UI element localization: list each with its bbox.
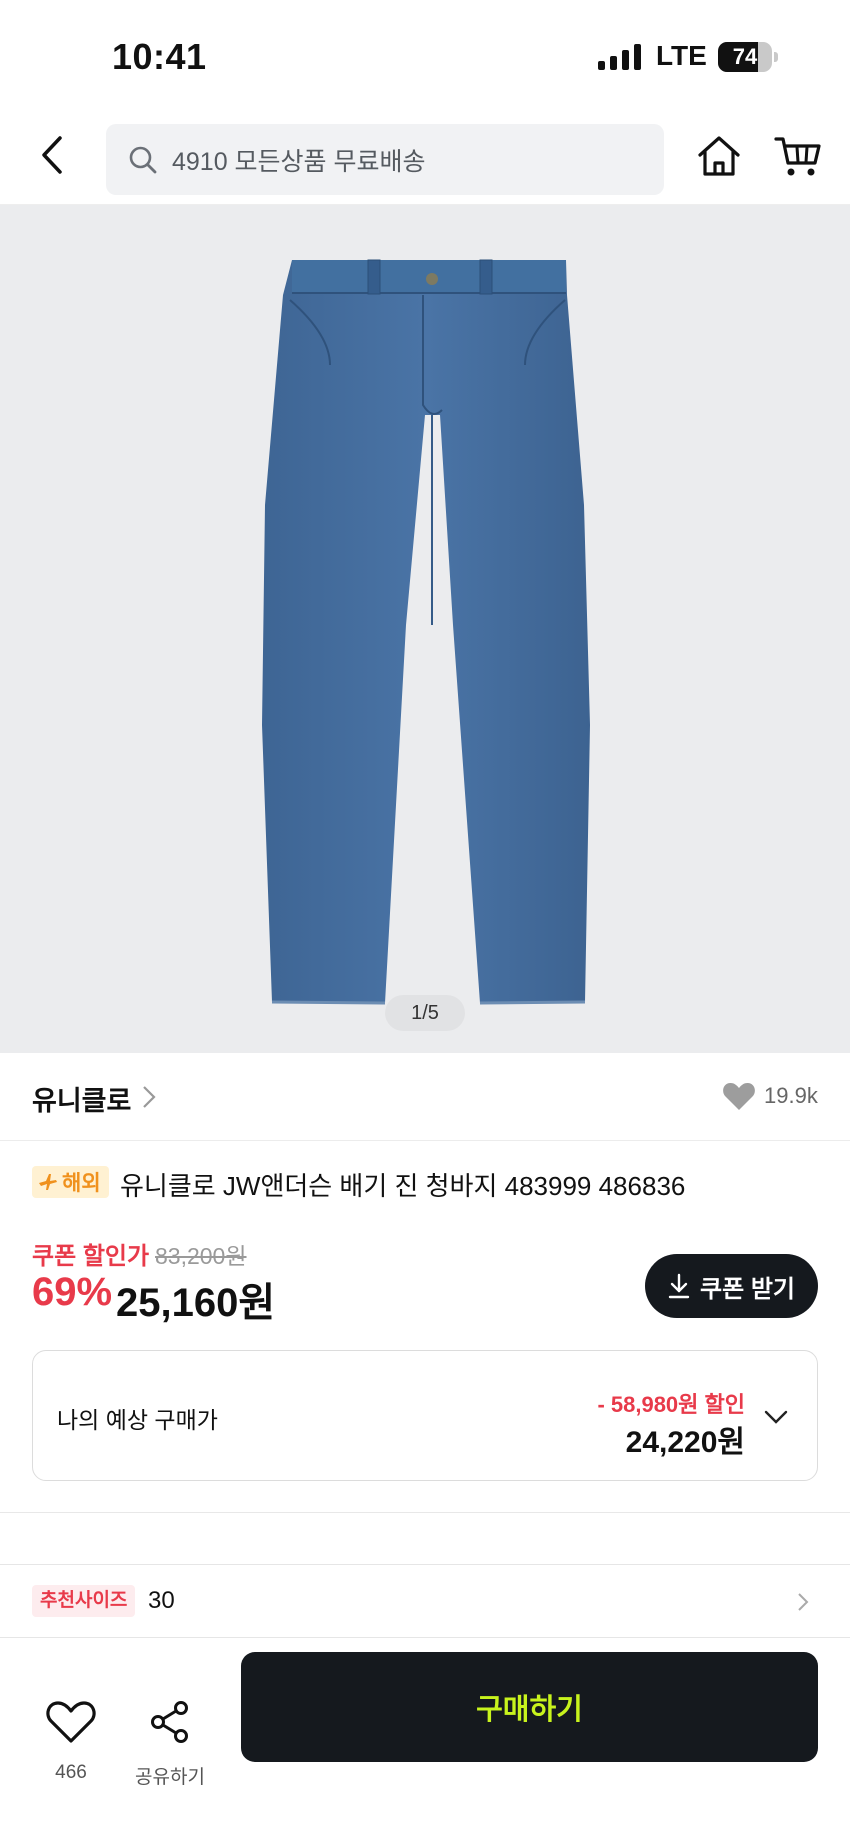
share-icon bbox=[151, 1701, 188, 1743]
discount-rate: 69% bbox=[32, 1270, 113, 1314]
back-arrow-icon bbox=[42, 136, 62, 174]
image-counter: 1/5 bbox=[385, 995, 465, 1031]
airplane-icon bbox=[39, 1174, 57, 1190]
expected-discount: - 58,980원 할인 bbox=[597, 1392, 745, 1417]
share-button[interactable]: 공유하기 bbox=[132, 1668, 208, 1788]
brand-row[interactable]: 유니클로 19.9k bbox=[0, 1053, 850, 1141]
original-price: 83,200원 bbox=[155, 1243, 247, 1269]
product-image-gallery[interactable]: 1/5 bbox=[0, 205, 850, 1053]
brand-name[interactable]: 유니클로 bbox=[32, 1079, 131, 1118]
expected-price-label: 나의 예상 구매가 bbox=[57, 1407, 218, 1433]
coupon-price-label: 쿠폰 할인가 bbox=[32, 1243, 150, 1270]
chevron-down-icon[interactable] bbox=[763, 1409, 789, 1425]
chevron-right-icon bbox=[143, 1086, 156, 1108]
network-type: LTE bbox=[656, 40, 707, 71]
status-bar: 10:41 LTE 74 bbox=[0, 0, 850, 115]
back-button[interactable] bbox=[30, 133, 74, 177]
search-placeholder: 4910 모든상품 무료배송 bbox=[172, 147, 426, 176]
chevron-right-icon bbox=[798, 1593, 809, 1611]
overseas-label: 해외 bbox=[62, 1172, 101, 1195]
cart-icon[interactable] bbox=[774, 133, 822, 179]
get-coupon-label: 쿠폰 받기 bbox=[700, 1275, 795, 1303]
wishlist-count: 466 bbox=[55, 1762, 87, 1783]
bottom-action-bar: 466 공유하기 구매하기 bbox=[0, 1638, 850, 1842]
recommended-size-row[interactable]: 추천사이즈 30 bbox=[0, 1564, 850, 1638]
top-nav: 4910 모든상품 무료배송 bbox=[0, 115, 850, 205]
wishlist-button[interactable]: 466 bbox=[40, 1668, 102, 1783]
product-title: 유니클로 JW앤더슨 배기 진 청바지 483999 486836 bbox=[120, 1171, 686, 1201]
section-divider bbox=[0, 1512, 850, 1513]
signal-icon bbox=[598, 44, 641, 70]
buy-button[interactable]: 구매하기 bbox=[241, 1652, 818, 1762]
search-input[interactable]: 4910 모든상품 무료배송 bbox=[106, 124, 664, 195]
share-label: 공유하기 bbox=[135, 1767, 205, 1788]
battery-level: 74 bbox=[732, 44, 758, 69]
overseas-badge: 해외 bbox=[32, 1166, 109, 1198]
heart-outline-icon bbox=[46, 1701, 96, 1743]
heart-filled-icon[interactable] bbox=[722, 1081, 756, 1111]
like-count: 19.9k bbox=[764, 1083, 818, 1108]
get-coupon-button[interactable]: 쿠폰 받기 bbox=[645, 1254, 818, 1318]
sale-price: 25,160원 bbox=[116, 1281, 276, 1325]
search-icon bbox=[129, 146, 157, 173]
download-icon bbox=[668, 1273, 690, 1299]
home-icon[interactable] bbox=[696, 133, 742, 179]
expected-price: 24,220원 bbox=[625, 1426, 745, 1459]
expected-price-box[interactable]: 나의 예상 구매가 - 58,980원 할인 24,220원 bbox=[32, 1350, 818, 1481]
status-time: 10:41 bbox=[112, 36, 207, 77]
recommended-size-value: 30 bbox=[148, 1587, 175, 1614]
recommended-size-badge: 추천사이즈 bbox=[32, 1585, 136, 1617]
product-photo-jeans bbox=[262, 259, 590, 1005]
battery-icon: 74 bbox=[718, 42, 778, 72]
